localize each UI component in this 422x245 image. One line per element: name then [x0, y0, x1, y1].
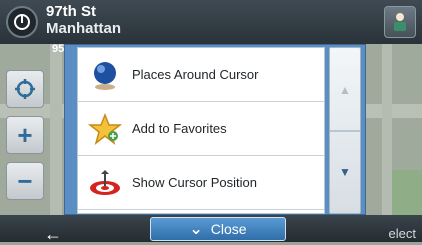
menu-item-label: Show Cursor Position — [132, 175, 257, 190]
locate-button[interactable] — [6, 70, 44, 108]
route-number: 95 — [52, 43, 65, 55]
chevron-down-icon: ▼ — [339, 165, 351, 179]
menu-item-show-cursor-position[interactable]: Show Cursor Position — [78, 156, 324, 210]
district-name: Manhattan — [46, 20, 121, 37]
chevron-up-icon: ▲ — [339, 83, 351, 97]
close-label: Close — [210, 221, 247, 237]
star-icon — [82, 102, 128, 156]
road — [382, 40, 392, 240]
scrollbar[interactable]: ▲ ▼ — [329, 47, 361, 214]
crosshair-icon — [15, 79, 35, 99]
minus-icon: − — [17, 165, 33, 196]
close-button[interactable]: ⌄ Close — [150, 217, 286, 241]
menu-list: Places Around Cursor Add to Favorites Sh… — [77, 47, 325, 214]
top-bar: 97th St Manhattan — [0, 0, 422, 44]
context-menu: Places Around Cursor Add to Favorites Sh… — [64, 44, 366, 215]
menu-item-label: Add to Favorites — [132, 121, 227, 136]
zoom-out-button[interactable]: − — [6, 162, 44, 200]
globe-pin-icon — [82, 48, 128, 102]
menu-item-label: Places Around Cursor — [132, 67, 259, 82]
select-label[interactable]: elect — [389, 226, 416, 241]
scroll-up-button[interactable]: ▲ — [330, 50, 360, 130]
menu-item-add-to-favorites[interactable]: Add to Favorites — [78, 102, 324, 156]
target-icon — [82, 156, 128, 210]
menu-item-places-around-cursor[interactable]: Places Around Cursor — [78, 48, 324, 102]
chevron-down-icon: ⌄ — [189, 221, 203, 238]
compass-icon[interactable] — [6, 6, 38, 38]
person-icon — [394, 13, 406, 31]
plus-icon: + — [17, 119, 33, 150]
street-name: 97th St — [46, 3, 97, 20]
park-area — [392, 170, 422, 220]
scroll-down-button[interactable]: ▼ — [330, 132, 360, 212]
zoom-in-button[interactable]: + — [6, 116, 44, 154]
profile-button[interactable] — [384, 6, 416, 38]
